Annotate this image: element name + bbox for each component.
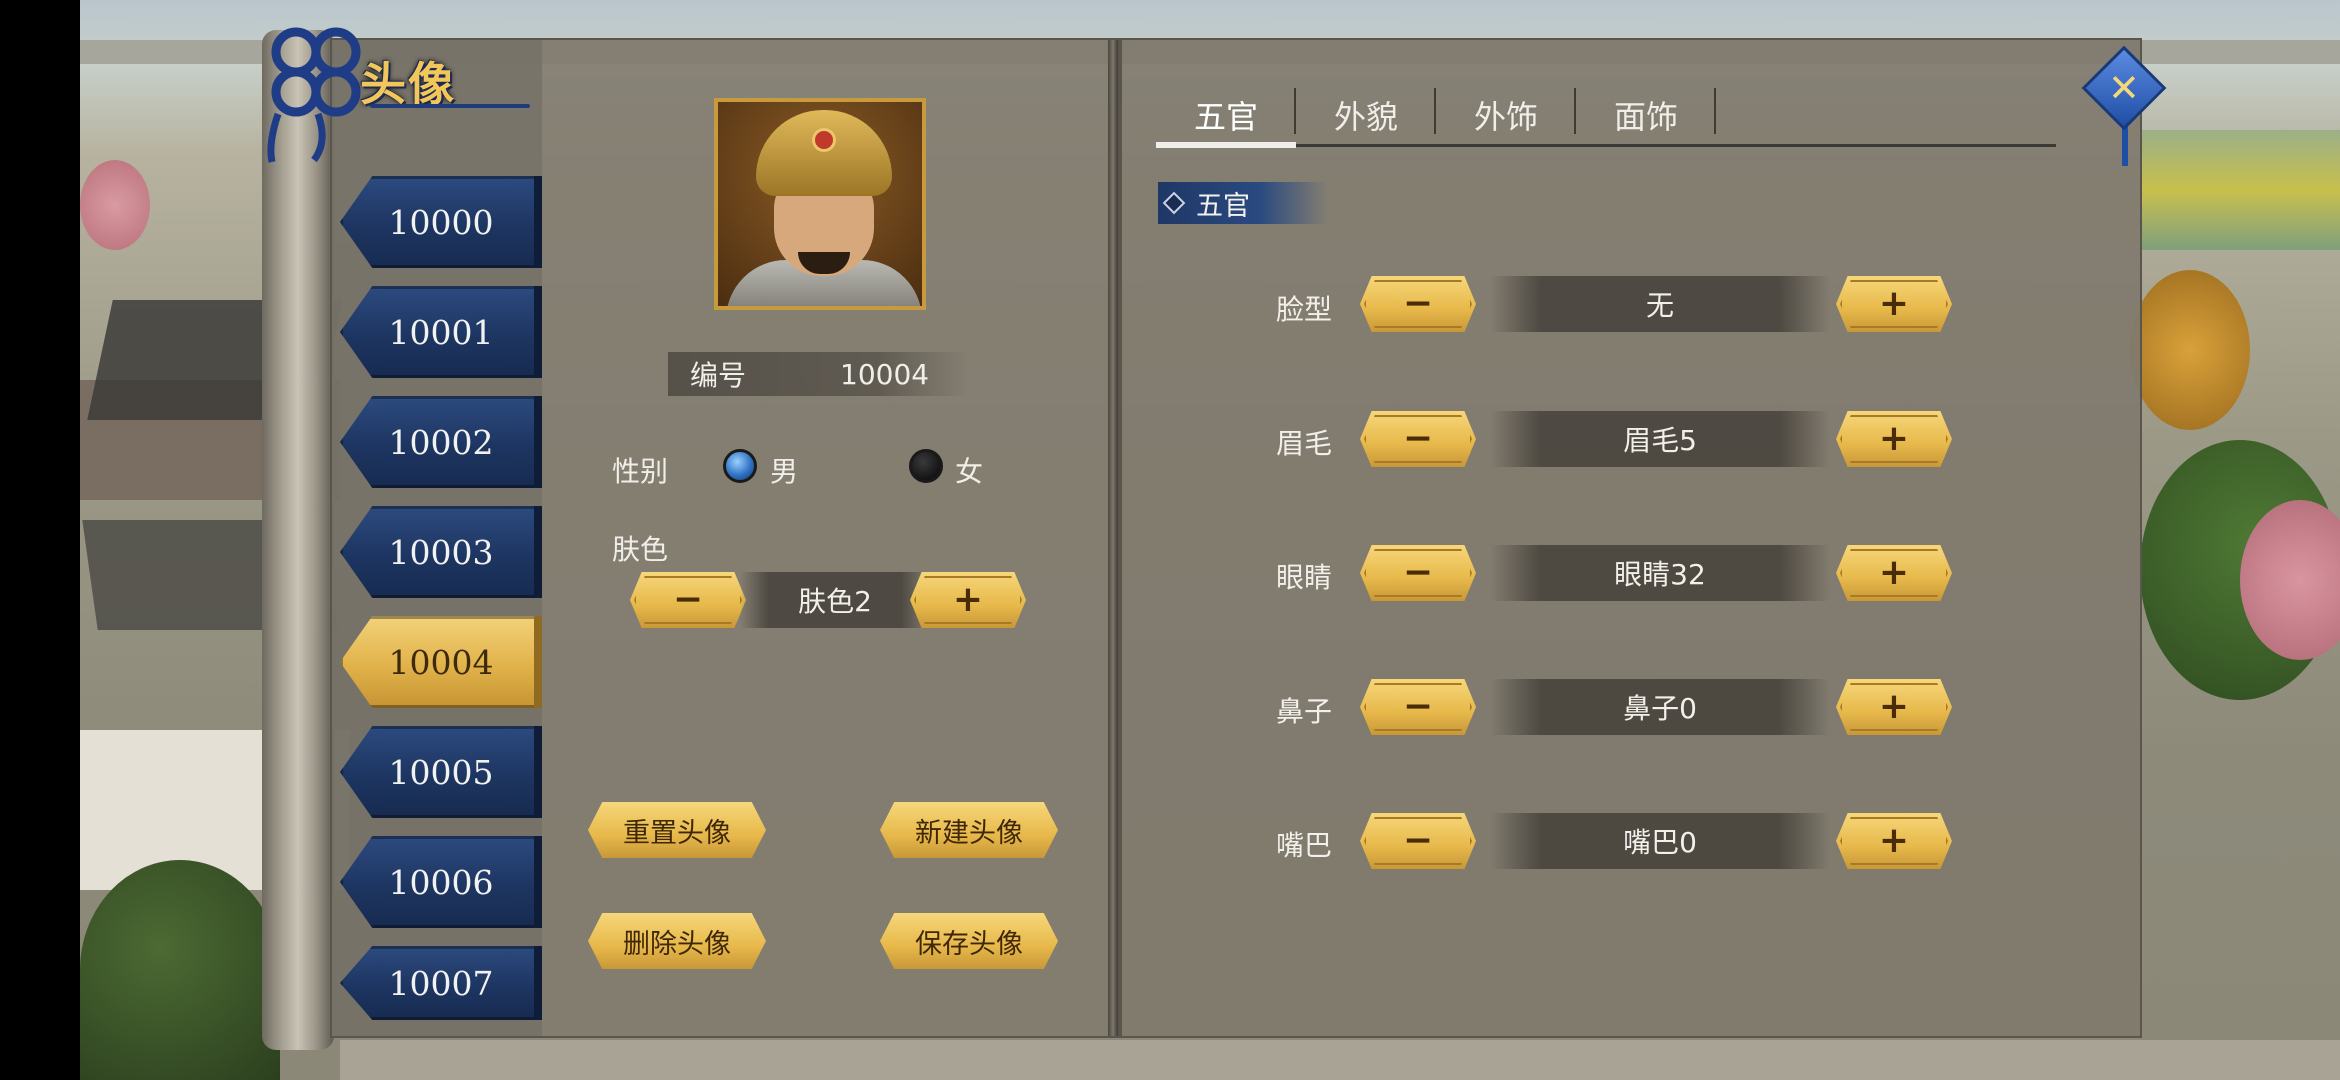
gender-female-radio[interactable] [909, 449, 943, 483]
feature-label-face: 脸型 [1276, 293, 1333, 326]
mouth-plus-button[interactable]: + [1836, 813, 1952, 869]
close-icon: ✕ [2108, 66, 2140, 110]
eyes-plus-button[interactable]: + [1836, 545, 1952, 601]
mouth-minus-button[interactable]: − [1360, 813, 1476, 869]
feature-label-eyes: 眼睛 [1276, 561, 1333, 594]
eyes-value-text: 眼睛32 [1614, 558, 1706, 591]
avatar-item-label: 10001 [388, 312, 494, 352]
avatar-item-label: 10004 [388, 642, 494, 682]
feature-label-mouth: 嘴巴 [1276, 829, 1333, 862]
eyebrows-plus-button[interactable]: + [1836, 411, 1952, 467]
plus-icon: + [1878, 283, 1910, 324]
tab-face-accessory[interactable]: 面饰 [1576, 82, 1716, 148]
tab-appearance[interactable]: 外貌 [1296, 82, 1436, 148]
gender-male-label: 男 [770, 455, 799, 488]
section-header: 五官 [1158, 182, 1328, 224]
eyes-minus-button[interactable]: − [1360, 545, 1476, 601]
face-plus-button[interactable]: + [1836, 276, 1952, 332]
eyebrows-value-text: 眉毛5 [1623, 424, 1697, 457]
avatar-item-10004[interactable]: 10004 [340, 616, 542, 708]
minus-icon: − [1402, 820, 1434, 861]
eyebrows-value: 眉毛5 [1490, 411, 1830, 467]
eyebrows-minus-button[interactable]: − [1360, 411, 1476, 467]
diamond-icon [1162, 191, 1186, 215]
nose-minus-button[interactable]: − [1360, 679, 1476, 735]
gender-label: 性别 [612, 455, 669, 488]
avatar-list: 10000 10001 10002 10003 10004 10005 1000… [340, 176, 542, 1020]
avatar-portrait [714, 98, 926, 310]
number-value: 10004 [840, 357, 930, 391]
plus-icon: + [1878, 418, 1910, 459]
avatar-item-label: 10007 [388, 963, 494, 1003]
eyes-value: 眼睛32 [1490, 545, 1830, 601]
avatar-item-10000[interactable]: 10000 [340, 176, 542, 268]
tab-label: 五官 [1193, 98, 1258, 136]
minus-icon: − [1402, 283, 1434, 324]
plus-icon: + [952, 579, 984, 620]
plus-icon: + [1878, 686, 1910, 727]
tab-label: 外饰 [1473, 98, 1538, 136]
mouth-value: 嘴巴0 [1490, 813, 1830, 869]
avatar-item-label: 10002 [388, 422, 494, 462]
new-avatar-button[interactable]: 新建头像 [880, 802, 1058, 858]
title-underline [370, 104, 530, 108]
avatar-item-label: 10000 [388, 202, 494, 242]
avatar-item-10006[interactable]: 10006 [340, 836, 542, 928]
skin-label: 肤色 [612, 533, 669, 566]
scroll-rod [262, 30, 334, 1050]
mouth-value-text: 嘴巴0 [1623, 826, 1697, 859]
avatar-item-label: 10006 [388, 862, 494, 902]
minus-icon: − [1402, 686, 1434, 727]
avatar-item-label: 10003 [388, 532, 494, 572]
avatar-item-10005[interactable]: 10005 [340, 726, 542, 818]
avatar-number-row: 编号 10004 [668, 352, 968, 396]
tab-features[interactable]: 五官 [1156, 82, 1296, 148]
feature-label-nose: 鼻子 [1276, 695, 1333, 728]
reset-avatar-button[interactable]: 重置头像 [588, 802, 766, 858]
gender-female-label: 女 [955, 455, 984, 488]
face-value: 无 [1490, 276, 1830, 332]
face-minus-button[interactable]: − [1360, 276, 1476, 332]
tab-bar: 五官 外貌 外饰 面饰 [1156, 82, 1716, 148]
skin-value: 肤色2 [740, 572, 930, 628]
tab-active-indicator [1156, 142, 1296, 148]
tab-label: 外貌 [1333, 98, 1398, 136]
avatar-item-10007[interactable]: 10007 [340, 946, 542, 1020]
plus-icon: + [1878, 552, 1910, 593]
tab-outfit[interactable]: 外饰 [1436, 82, 1576, 148]
feature-label-eyebrows: 眉毛 [1276, 427, 1333, 460]
nose-value: 鼻子0 [1490, 679, 1830, 735]
nose-plus-button[interactable]: + [1836, 679, 1952, 735]
minus-icon: − [1402, 418, 1434, 459]
gender-male-radio[interactable] [723, 449, 757, 483]
plus-icon: + [1878, 820, 1910, 861]
section-title: 五官 [1196, 190, 1250, 222]
number-label: 编号 [690, 359, 747, 392]
minus-icon: − [1402, 552, 1434, 593]
face-value-text: 无 [1645, 289, 1674, 322]
nose-value-text: 鼻子0 [1623, 692, 1697, 725]
skin-value-text: 肤色2 [798, 585, 872, 618]
delete-avatar-button[interactable]: 删除头像 [588, 913, 766, 969]
tab-label: 面饰 [1613, 98, 1678, 136]
skin-plus-button[interactable]: + [910, 572, 1026, 628]
avatar-item-10002[interactable]: 10002 [340, 396, 542, 488]
avatar-item-10003[interactable]: 10003 [340, 506, 542, 598]
avatar-item-label: 10005 [388, 752, 494, 792]
save-avatar-button[interactable]: 保存头像 [880, 913, 1058, 969]
minus-icon: − [672, 579, 704, 620]
avatar-item-10001[interactable]: 10001 [340, 286, 542, 378]
skin-minus-button[interactable]: − [630, 572, 746, 628]
